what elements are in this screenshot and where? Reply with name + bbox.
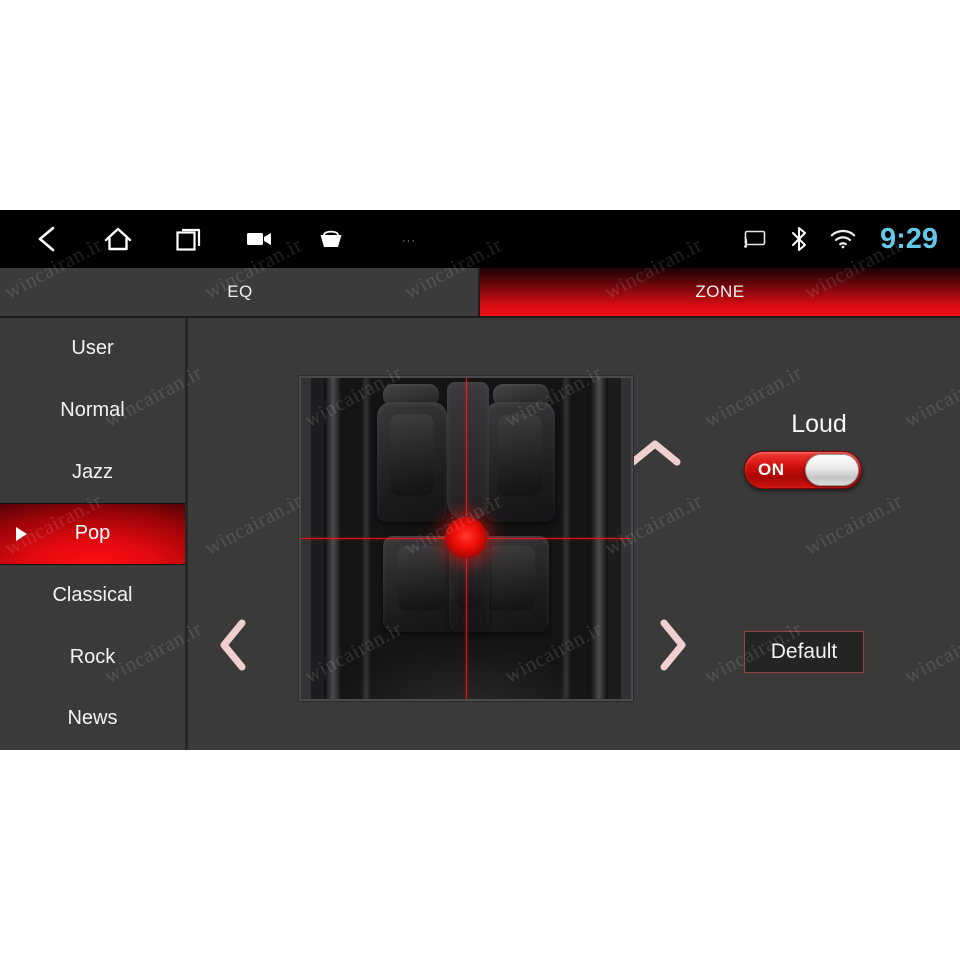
preset-label: User	[71, 337, 114, 360]
clock: 9:29	[879, 222, 938, 255]
basket-icon[interactable]	[314, 222, 348, 256]
bluetooth-icon	[786, 226, 812, 252]
preset-item-user[interactable]: User	[0, 318, 185, 380]
toggle-knob[interactable]	[805, 454, 859, 486]
preset-item-news[interactable]: News	[0, 688, 185, 750]
wifi-icon	[830, 226, 856, 252]
back-icon[interactable]	[30, 222, 64, 256]
tab-zone[interactable]: ZONE	[480, 268, 960, 316]
watermark-text: wincairan.ir	[800, 744, 907, 816]
watermark-text: wincairan.ir	[0, 744, 107, 816]
preset-item-pop[interactable]: Pop	[0, 503, 185, 565]
preset-item-jazz[interactable]: Jazz	[0, 441, 185, 503]
loud-toggle[interactable]: ON	[744, 451, 862, 489]
preset-label: Normal	[60, 399, 125, 422]
default-button[interactable]: Default	[744, 631, 864, 673]
preset-item-classical[interactable]: Classical	[0, 565, 185, 627]
default-button-label: Default	[770, 640, 838, 663]
play-arrow-icon	[16, 526, 27, 541]
overflow-dots-icon[interactable]: ···	[402, 236, 416, 247]
status-bar: ··· 9:29	[0, 210, 960, 268]
preset-label: Pop	[74, 522, 111, 545]
preset-item-rock[interactable]: Rock	[0, 626, 185, 688]
content-area: User Normal Jazz Pop Classical Rock News	[0, 316, 960, 750]
watermark-text: wincairan.ir	[400, 744, 507, 816]
zone-panel: Loud ON Default	[188, 318, 960, 750]
preset-item-normal[interactable]: Normal	[0, 380, 185, 442]
preset-label: Jazz	[71, 460, 114, 483]
zone-focus-dot[interactable]	[445, 517, 487, 559]
car-interior-image	[301, 378, 631, 699]
recents-icon[interactable]	[172, 222, 206, 256]
loud-label: Loud	[791, 410, 847, 438]
home-icon[interactable]	[101, 222, 135, 256]
watermark-text: wincairan.ir	[600, 744, 707, 816]
loud-toggle-state: ON	[758, 460, 785, 479]
navigation-icon-group	[30, 210, 348, 268]
status-indicator-group: 9:29	[742, 210, 938, 268]
tab-bar: EQ ZONE	[0, 268, 960, 316]
preset-label: Rock	[69, 645, 116, 668]
video-camera-icon[interactable]	[243, 222, 277, 256]
preset-label: Classical	[52, 584, 133, 607]
eq-preset-list: User Normal Jazz Pop Classical Rock News	[0, 318, 188, 750]
seat-zone-map[interactable]	[299, 376, 633, 701]
tab-eq[interactable]: EQ	[0, 268, 480, 316]
watermark-text: wincairan.ir	[200, 744, 307, 816]
cast-icon	[742, 226, 768, 252]
device-screen: ··· 9:29 EQ ZONE User Normal Jazz Pop Cl…	[0, 210, 960, 750]
preset-label: News	[67, 707, 118, 730]
